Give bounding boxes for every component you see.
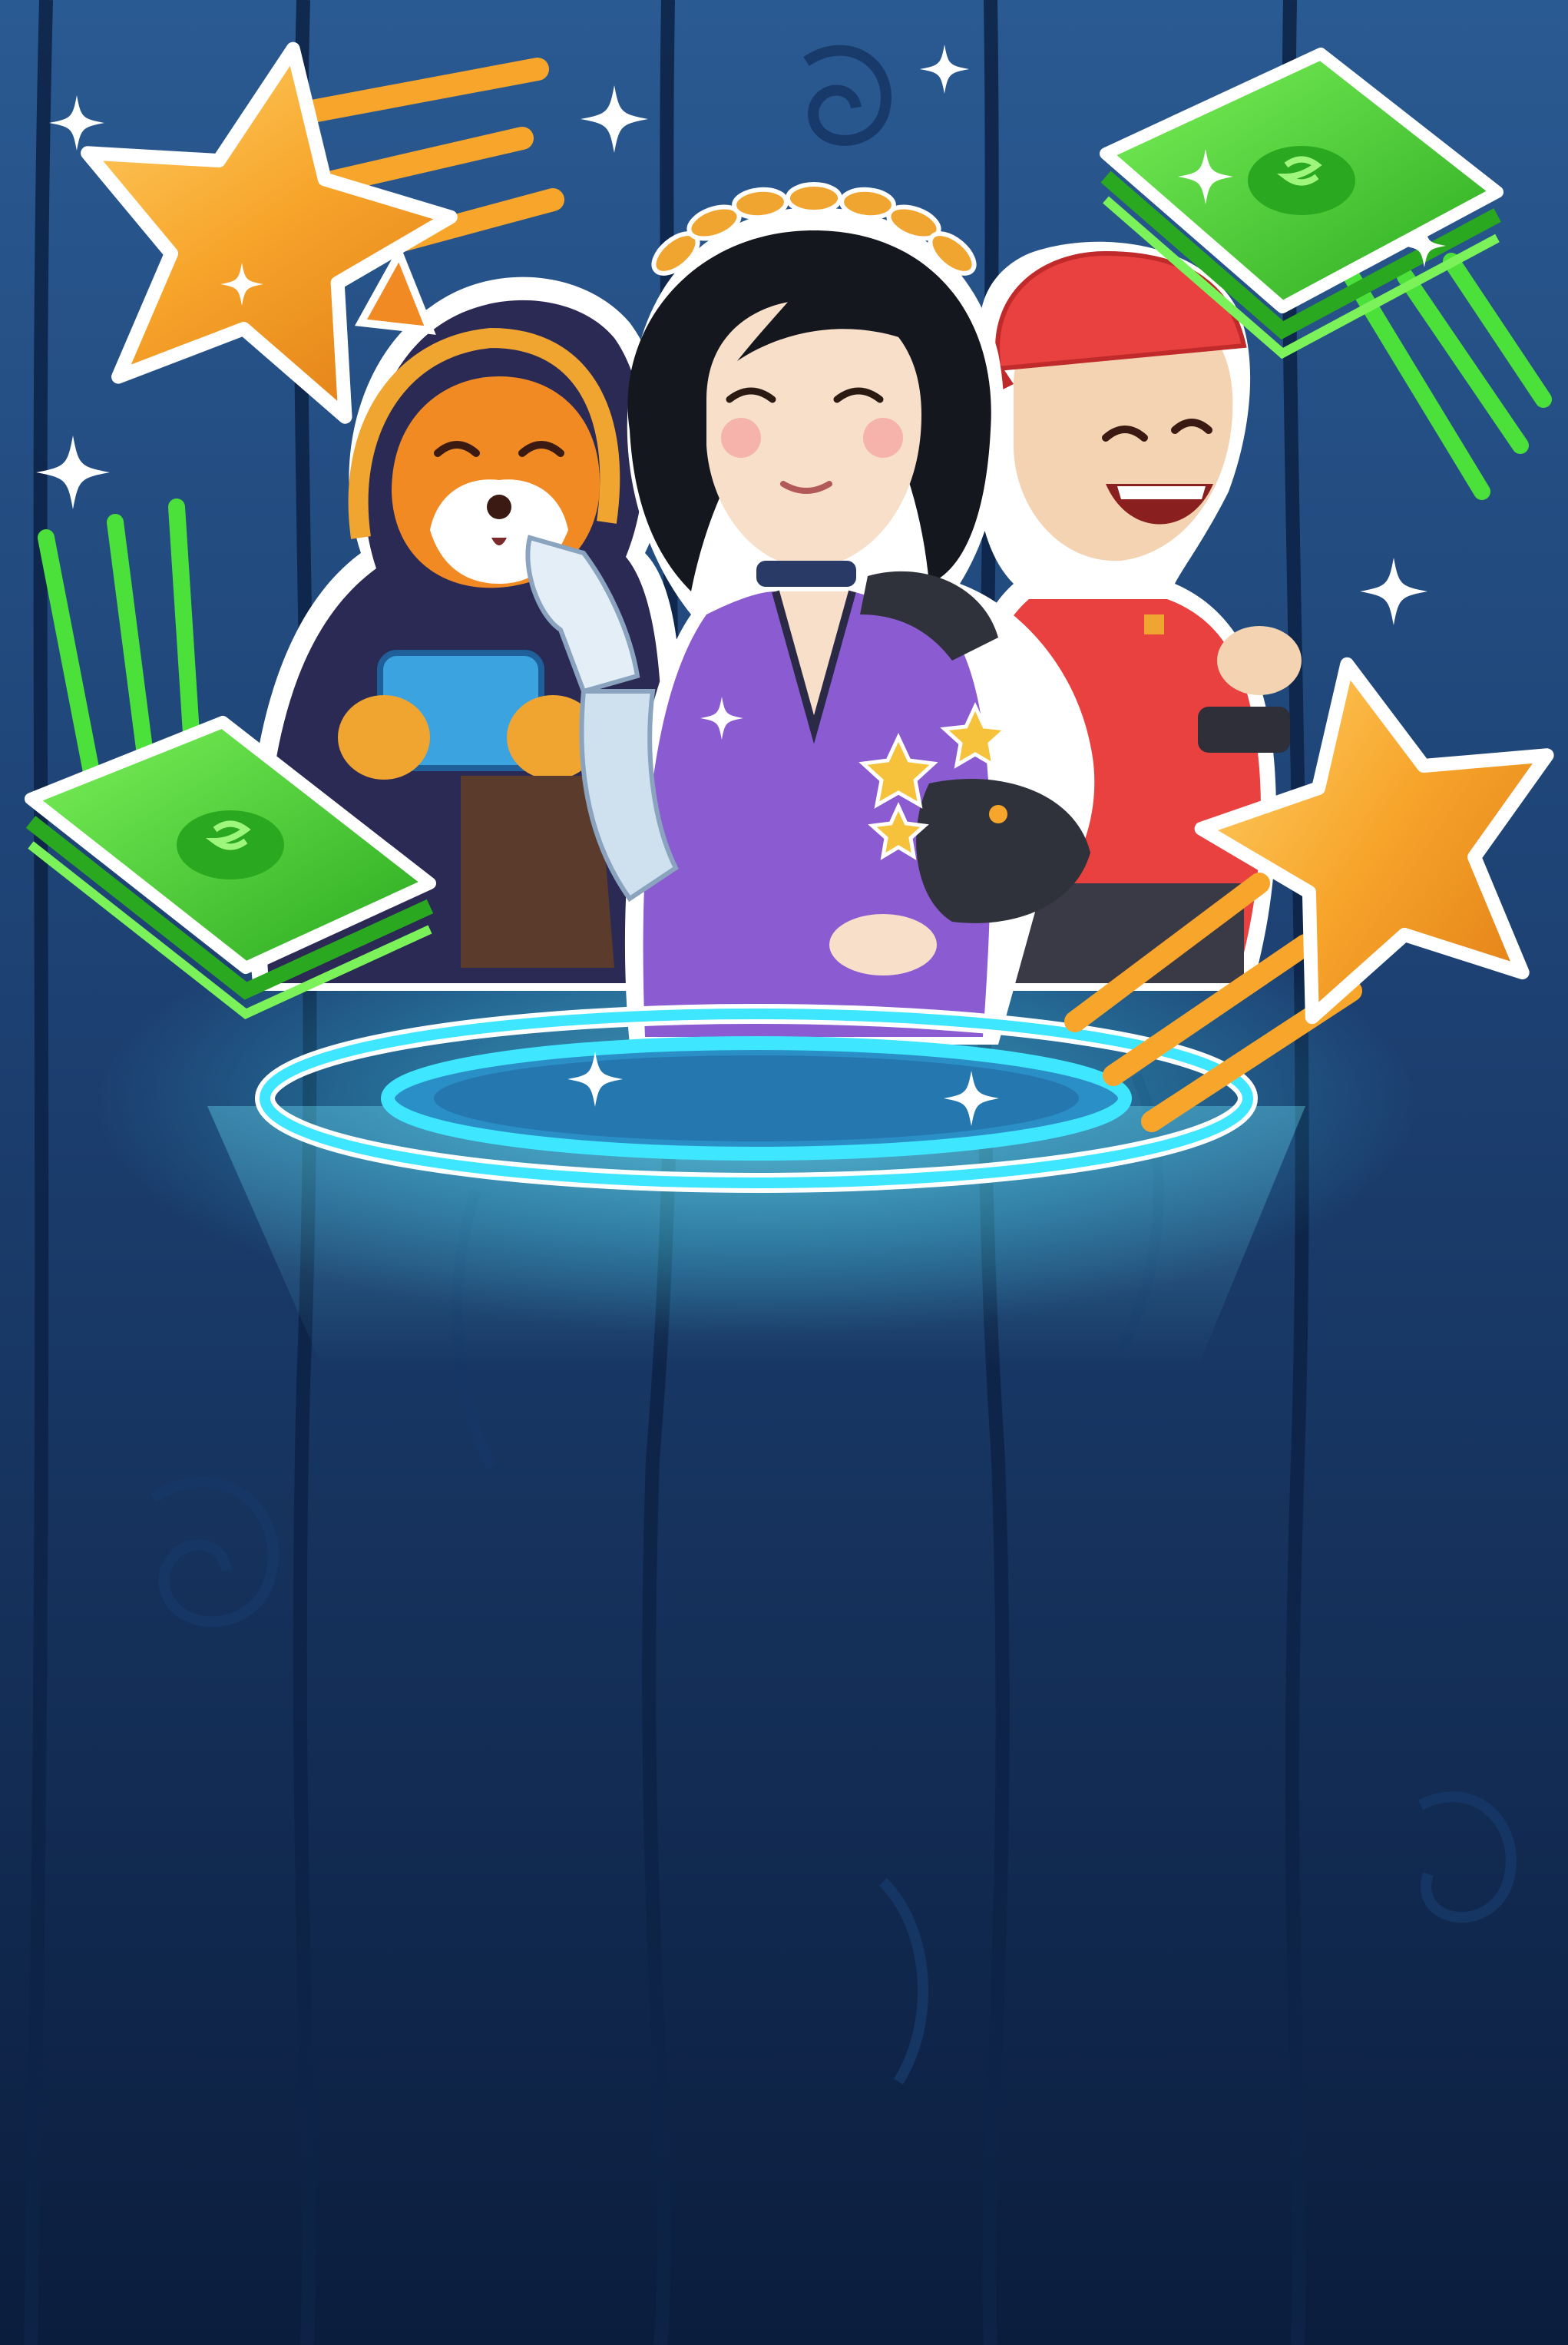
game-illustration-scene — [0, 0, 1568, 2345]
glowing-portal — [255, 1004, 1258, 1193]
